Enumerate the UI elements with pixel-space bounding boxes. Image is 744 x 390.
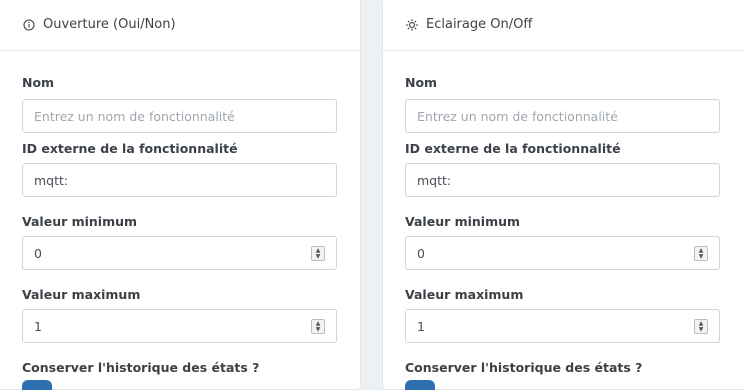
max-value-label: Valeur maximum <box>405 287 524 302</box>
min-value-text: 0 <box>417 245 425 261</box>
number-spinner[interactable]: ▲ ▼ <box>694 319 708 334</box>
name-label: Nom <box>22 75 55 90</box>
min-value-input[interactable]: 0 ▲ ▼ <box>405 236 720 270</box>
spinner-down-icon[interactable]: ▼ <box>316 253 321 260</box>
external-id-input[interactable]: mqtt: <box>22 163 337 197</box>
info-circle-icon <box>23 18 35 31</box>
max-value-input[interactable]: 1 ▲ ▼ <box>405 309 720 343</box>
name-input[interactable]: Entrez un nom de fonctionnalité <box>22 99 337 133</box>
max-value-input[interactable]: 1 ▲ ▼ <box>22 309 337 343</box>
min-value-label: Valeur minimum <box>22 214 138 229</box>
history-toggle[interactable] <box>405 380 435 390</box>
min-value-label: Valeur minimum <box>405 214 521 229</box>
max-value-text: 1 <box>417 318 425 334</box>
history-label: Conserver l'historique des états ? <box>405 360 643 375</box>
card-title: Eclairage On/Off <box>426 17 533 32</box>
external-id-label: ID externe de la fonctionnalité <box>22 141 238 156</box>
external-id-label: ID externe de la fonctionnalité <box>405 141 621 156</box>
max-value-text: 1 <box>34 318 42 334</box>
card-title: Ouverture (Oui/Non) <box>43 17 176 32</box>
number-spinner[interactable]: ▲ ▼ <box>311 319 325 334</box>
spinner-down-icon[interactable]: ▼ <box>699 326 704 333</box>
name-label: Nom <box>405 75 438 90</box>
history-toggle[interactable] <box>22 380 52 390</box>
sun-icon <box>406 18 418 31</box>
number-spinner[interactable]: ▲ ▼ <box>311 246 325 261</box>
spinner-down-icon[interactable]: ▼ <box>316 326 321 333</box>
min-value-input[interactable]: 0 ▲ ▼ <box>22 236 337 270</box>
card-header: Ouverture (Oui/Non) <box>0 0 360 51</box>
min-value-text: 0 <box>34 245 42 261</box>
external-id-input[interactable]: mqtt: <box>405 163 720 197</box>
name-input[interactable]: Entrez un nom de fonctionnalité <box>405 99 720 133</box>
number-spinner[interactable]: ▲ ▼ <box>694 246 708 261</box>
spinner-down-icon[interactable]: ▼ <box>699 253 704 260</box>
max-value-label: Valeur maximum <box>22 287 141 302</box>
card-header: Eclairage On/Off <box>383 0 744 51</box>
history-label: Conserver l'historique des états ? <box>22 360 260 375</box>
